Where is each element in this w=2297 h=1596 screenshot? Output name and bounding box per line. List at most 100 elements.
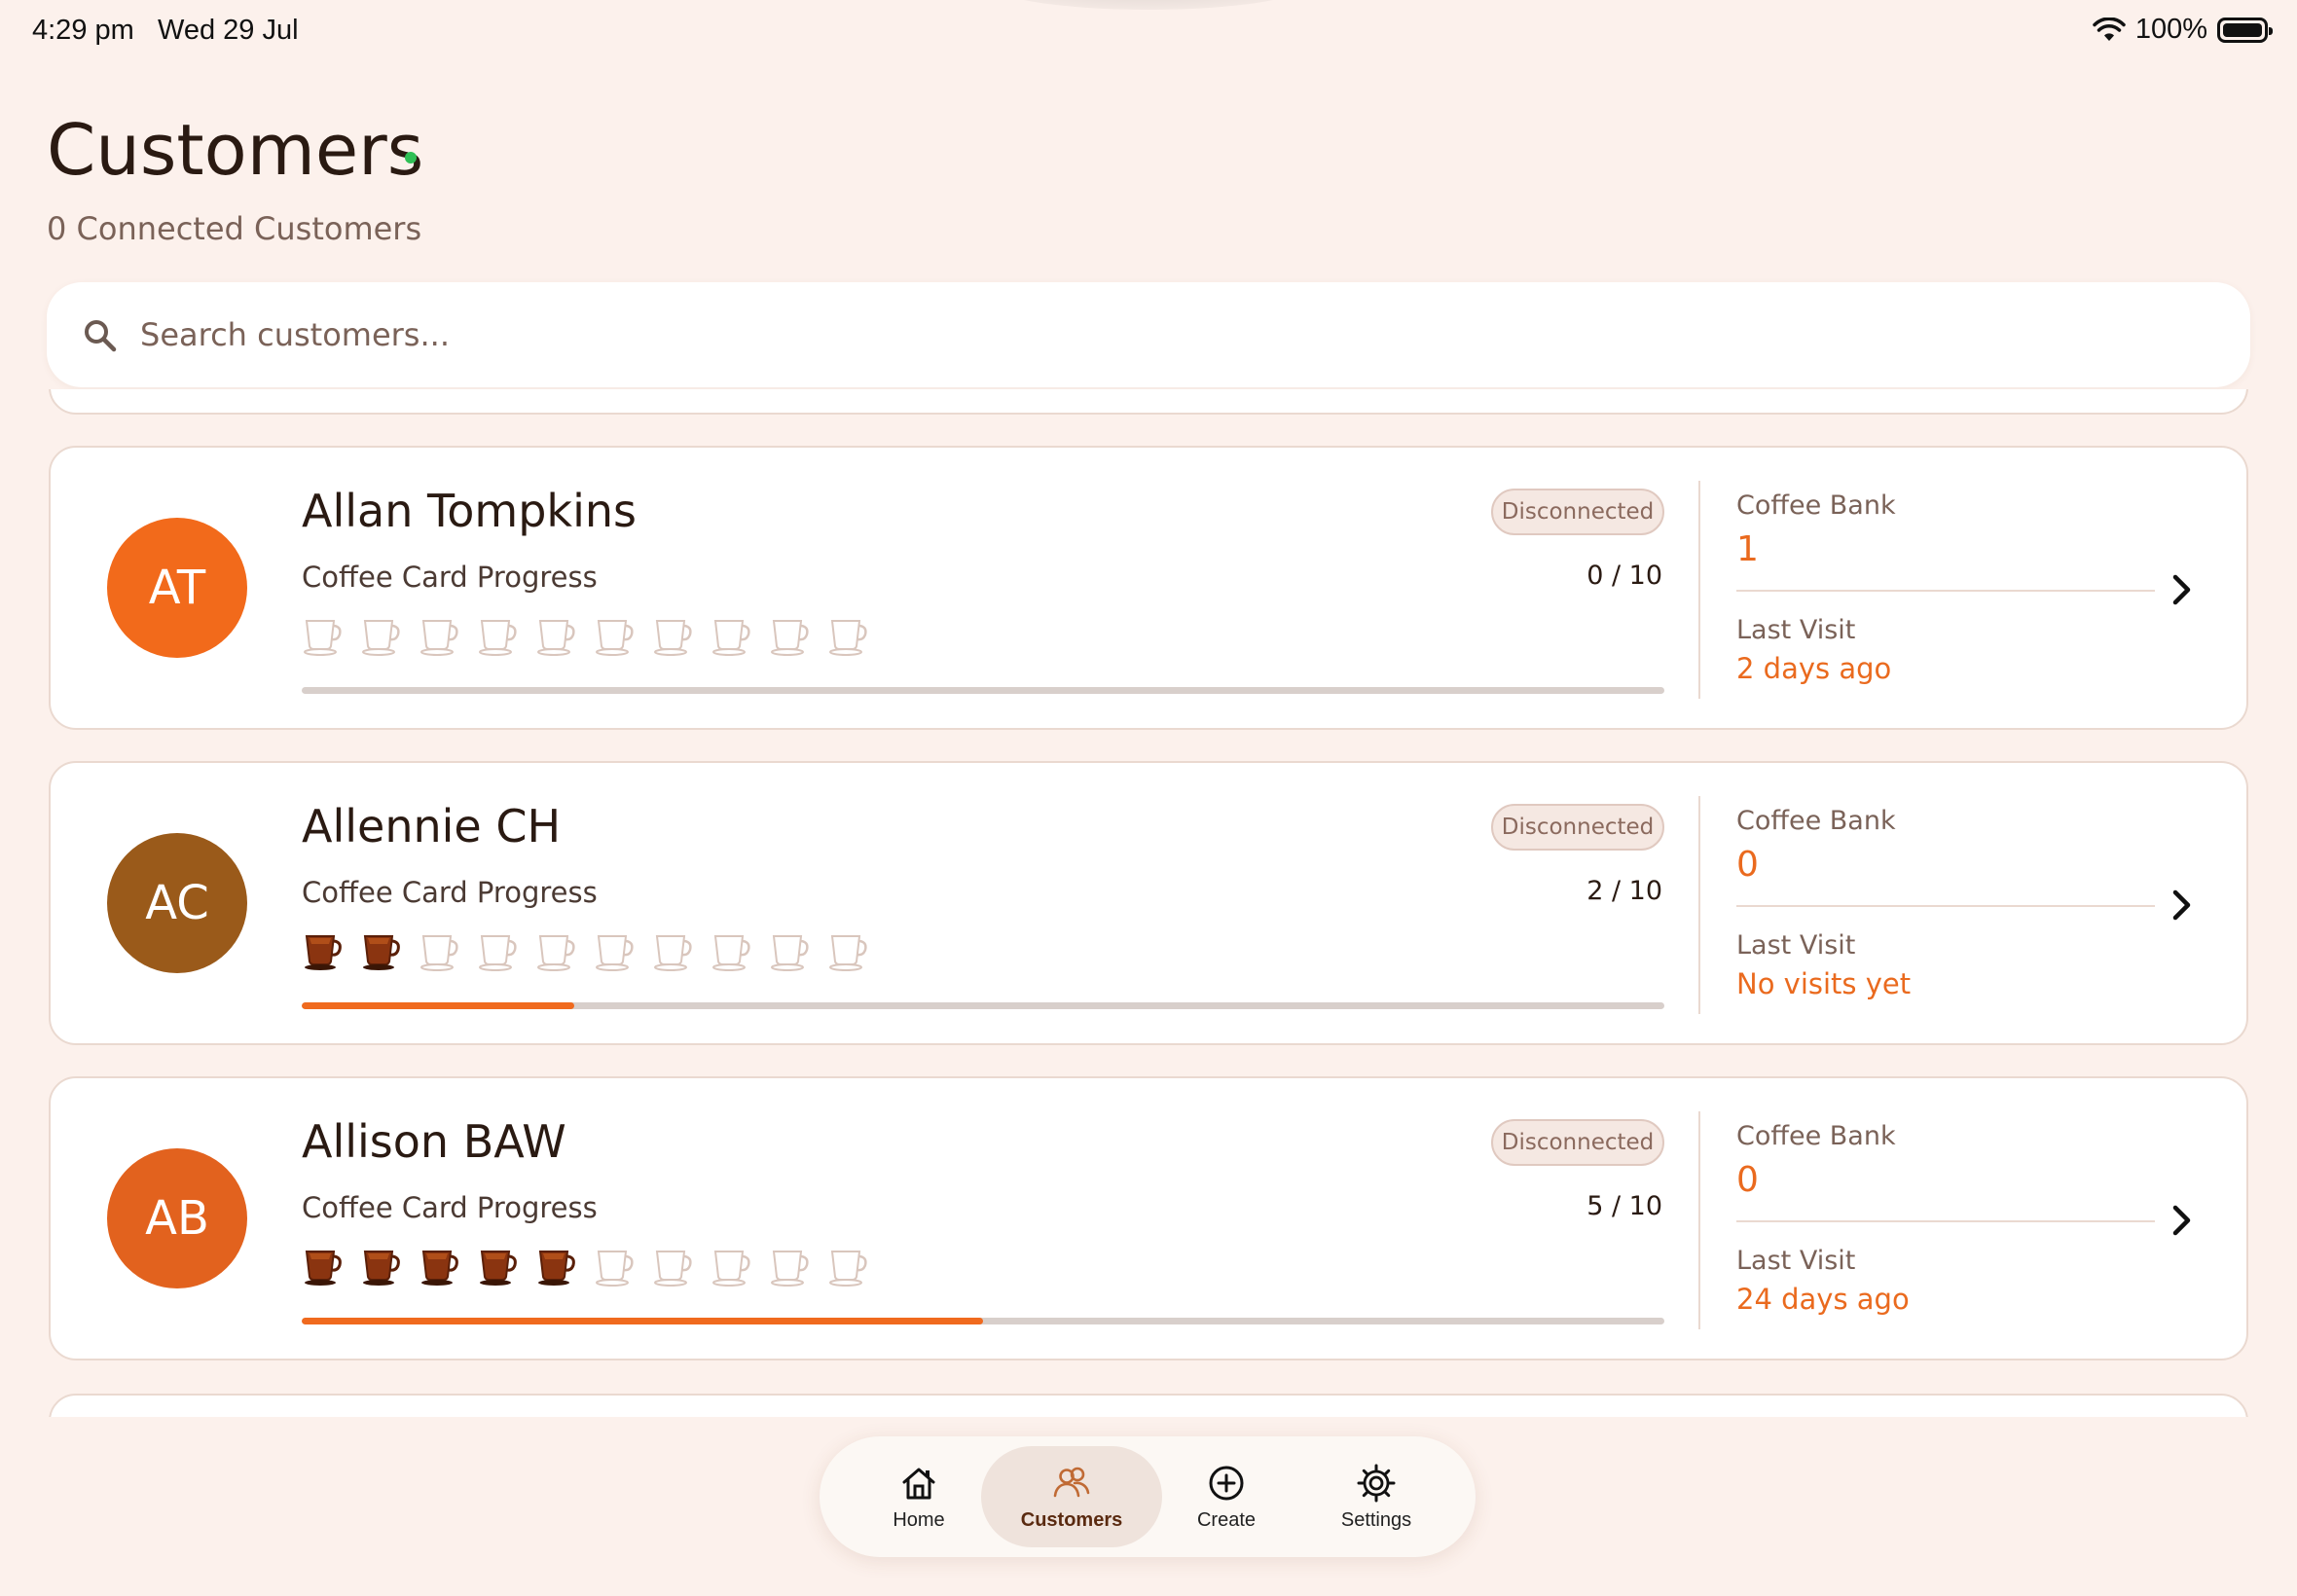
- filled-coffee-cup-icon: [480, 1251, 517, 1286]
- chevron-right-icon[interactable]: [2167, 886, 2196, 925]
- filled-coffee-cup-icon: [421, 1251, 458, 1286]
- last-visit-label: Last Visit: [1736, 615, 1856, 645]
- coffee-bank-label: Coffee Bank: [1736, 490, 1896, 521]
- customer-list[interactable]: AT Allan Tompkins Disconnected Coffee Ca…: [0, 389, 2297, 1417]
- empty-coffee-cup-icon: [537, 935, 575, 971]
- empty-coffee-cup-icon: [596, 620, 634, 656]
- progress-label: Coffee Card Progress: [302, 1191, 598, 1224]
- empty-coffee-cup-icon: [596, 935, 634, 971]
- chevron-right-icon[interactable]: [2167, 1201, 2196, 1240]
- progress-bar: [302, 687, 1664, 694]
- filled-coffee-cup-icon: [363, 1251, 400, 1286]
- customer-card-partial[interactable]: [49, 389, 2248, 415]
- vertical-divider: [1698, 1111, 1700, 1329]
- tab-label: Home: [893, 1508, 945, 1531]
- tab-customers[interactable]: Customers: [981, 1446, 1162, 1547]
- empty-coffee-cup-icon: [712, 1251, 750, 1287]
- horizontal-divider: [1736, 590, 2155, 592]
- last-visit-label: Last Visit: [1736, 1246, 1856, 1276]
- status-time: 4:29 pm Wed 29 Jul: [32, 15, 299, 47]
- battery-icon: [2217, 17, 2273, 43]
- tab-home[interactable]: Home: [841, 1446, 997, 1547]
- progress-label: Coffee Card Progress: [302, 876, 598, 909]
- last-visit-label: Last Visit: [1736, 930, 1856, 961]
- empty-coffee-cup-icon: [829, 1251, 867, 1287]
- empty-coffee-cup-icon: [537, 620, 575, 656]
- horizontal-divider: [1736, 905, 2155, 907]
- home-icon: [902, 1468, 935, 1499]
- camera-shadow: [993, 0, 1304, 10]
- chevron-right-icon[interactable]: [2167, 570, 2196, 609]
- status-date: Wed 29 Jul: [157, 15, 299, 46]
- vertical-divider: [1698, 481, 1700, 699]
- avatar: AT: [107, 518, 247, 658]
- empty-coffee-cup-icon: [654, 1251, 692, 1287]
- empty-coffee-cup-icon: [771, 620, 809, 656]
- coffee-stamps: [302, 613, 870, 656]
- customers-icon: [1053, 1467, 1090, 1497]
- customer-card[interactable]: AC Allennie CH Disconnected Coffee Card …: [49, 761, 2248, 1045]
- empty-coffee-cup-icon: [479, 935, 517, 971]
- page-title: Customers: [47, 109, 424, 191]
- empty-coffee-cup-icon: [654, 935, 692, 971]
- status-badge: Disconnected: [1491, 1119, 1664, 1166]
- progress-count: 5 / 10: [1586, 1191, 1662, 1221]
- coffee-stamps: [302, 1244, 870, 1287]
- empty-coffee-cup-icon: [771, 935, 809, 971]
- wifi-icon: [2093, 17, 2126, 41]
- online-indicator-dot: [405, 152, 417, 163]
- status-bar: 4:29 pm Wed 29 Jul 100%: [0, 0, 2297, 62]
- connected-customers-count: 0 Connected Customers: [47, 210, 422, 247]
- empty-coffee-cup-icon: [420, 935, 458, 971]
- last-visit-value: 2 days ago: [1736, 652, 1892, 685]
- battery-percent: 100%: [2134, 14, 2207, 45]
- customer-name: Allan Tompkins: [302, 485, 637, 537]
- empty-coffee-cup-icon: [829, 620, 867, 656]
- gear-icon: [1357, 1464, 1396, 1502]
- coffee-bank-value: 0: [1736, 1160, 1759, 1200]
- empty-coffee-cup-icon: [596, 1251, 634, 1287]
- progress-bar: [302, 1002, 1664, 1009]
- filled-coffee-cup-icon: [538, 1251, 575, 1286]
- progress-bar-fill: [302, 1002, 574, 1009]
- search-bar[interactable]: [47, 282, 2250, 387]
- search-input[interactable]: [140, 302, 2184, 368]
- customer-card[interactable]: AT Allan Tompkins Disconnected Coffee Ca…: [49, 446, 2248, 730]
- tab-settings[interactable]: Settings: [1298, 1446, 1454, 1547]
- customer-name: Allison BAW: [302, 1115, 566, 1168]
- filled-coffee-cup-icon: [363, 935, 400, 970]
- empty-coffee-cup-icon: [479, 620, 517, 656]
- customer-name: Allennie CH: [302, 800, 562, 852]
- empty-coffee-cup-icon: [771, 1251, 809, 1287]
- last-visit-value: 24 days ago: [1736, 1283, 1910, 1316]
- coffee-bank-label: Coffee Bank: [1736, 1121, 1896, 1151]
- tab-create[interactable]: Create: [1148, 1446, 1304, 1547]
- coffee-bank-label: Coffee Bank: [1736, 806, 1896, 836]
- avatar: AB: [107, 1148, 247, 1288]
- progress-bar: [302, 1318, 1664, 1324]
- empty-coffee-cup-icon: [712, 935, 750, 971]
- progress-bar-fill: [302, 1318, 983, 1324]
- filled-coffee-cup-icon: [305, 935, 342, 970]
- status-badge: Disconnected: [1491, 489, 1664, 535]
- tab-label: Settings: [1340, 1508, 1412, 1531]
- customer-card-partial[interactable]: [49, 1394, 2248, 1417]
- filled-coffee-cup-icon: [305, 1251, 342, 1286]
- coffee-bank-value: 0: [1736, 845, 1759, 885]
- plus-circle-icon: [1209, 1466, 1244, 1500]
- progress-label: Coffee Card Progress: [302, 561, 598, 594]
- status-clock: 4:29 pm: [32, 15, 134, 46]
- empty-coffee-cup-icon: [829, 935, 867, 971]
- customer-card[interactable]: AB Allison BAW Disconnected Coffee Card …: [49, 1076, 2248, 1360]
- status-badge: Disconnected: [1491, 804, 1664, 851]
- empty-coffee-cup-icon: [420, 620, 458, 656]
- vertical-divider: [1698, 796, 1700, 1014]
- search-icon: [85, 320, 117, 352]
- coffee-bank-value: 1: [1736, 529, 1759, 569]
- bottom-tab-bar: Home Customers Create Settings: [820, 1436, 1476, 1557]
- tab-label: Create: [1196, 1508, 1257, 1531]
- empty-coffee-cup-icon: [712, 620, 750, 656]
- progress-count: 0 / 10: [1586, 561, 1662, 591]
- empty-coffee-cup-icon: [304, 620, 342, 656]
- horizontal-divider: [1736, 1220, 2155, 1222]
